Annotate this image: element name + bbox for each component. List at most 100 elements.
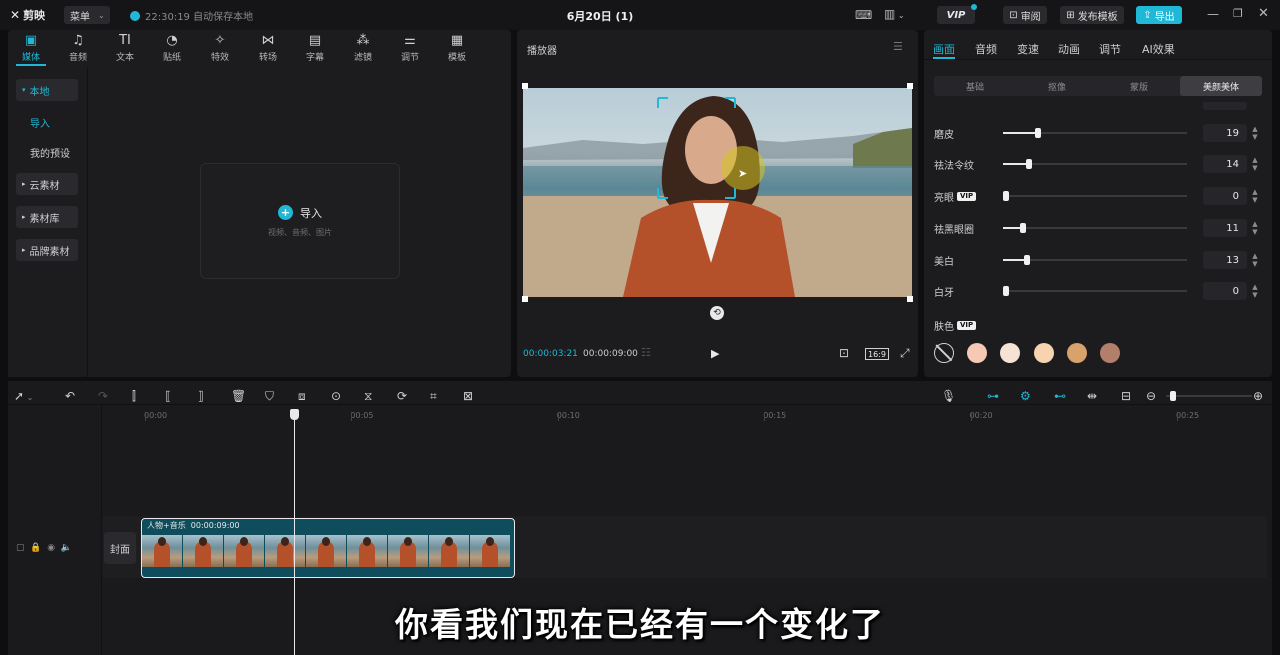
slider-knob[interactable] (1020, 223, 1026, 233)
caption-track-icon[interactable]: ⊟ (1121, 389, 1131, 403)
sidebar-item-library[interactable]: ▸ 素材库 (16, 206, 78, 228)
stepper-down-icon[interactable]: ▼ (1252, 196, 1257, 204)
crop-handle[interactable] (907, 296, 913, 302)
linkage-icon[interactable]: ⊷ (1054, 389, 1066, 403)
tab-adjust[interactable]: ⚌ 调节 (387, 33, 433, 63)
slider-knob[interactable] (1003, 286, 1009, 296)
segment-mask[interactable]: 蒙版 (1098, 76, 1180, 96)
slider-knob[interactable] (1024, 255, 1030, 265)
slider-track[interactable] (1003, 191, 1187, 201)
keyboard-icon[interactable]: ⌨ (855, 8, 872, 22)
value-stepper[interactable]: ▲ ▼ (1250, 282, 1260, 300)
slider-value-input[interactable]: 19 (1203, 124, 1247, 142)
skin-tone-swatch[interactable] (967, 343, 987, 363)
stepper-up-icon[interactable]: ▲ (1252, 220, 1257, 228)
slider-knob[interactable] (1003, 191, 1009, 201)
split-right-icon[interactable]: ⟧ (198, 389, 204, 403)
menu-button[interactable]: 菜单 ⌄ (64, 6, 110, 24)
value-stepper[interactable]: ▲ ▼ (1250, 251, 1260, 269)
play-icon[interactable]: ▶ (711, 347, 719, 360)
cover-button[interactable]: 封面 (104, 532, 136, 564)
stepper-up-icon[interactable]: ▲ (1252, 156, 1257, 164)
minimize-icon[interactable]: — (1207, 7, 1219, 21)
import-dropzone[interactable]: + 导入 视频、音频、图片 (200, 163, 400, 279)
tab-effects[interactable]: ✧ 特效 (197, 33, 243, 63)
tab-audio[interactable]: 音频 (975, 41, 997, 57)
slider-value-input[interactable]: 13 (1203, 251, 1247, 269)
no-skin-tone-icon[interactable] (934, 343, 954, 363)
tab-template[interactable]: ▦ 模板 (434, 33, 480, 63)
segment-cutout[interactable]: 抠像 (1016, 76, 1098, 96)
tab-media[interactable]: ▣ 媒体 (8, 33, 54, 66)
lock-icon[interactable]: 🔒 (30, 543, 41, 553)
stepper-down-icon[interactable]: ▼ (1252, 228, 1257, 236)
sidebar-item-cloud[interactable]: ▸ 云素材 (16, 173, 78, 195)
rotate-clip-icon[interactable]: ⟳ (397, 389, 407, 403)
select-tool-icon[interactable]: ➚ ⌄ (14, 389, 33, 403)
fit-screen-icon[interactable]: ⊡ (839, 346, 849, 360)
redo-icon[interactable]: ↷ (98, 389, 108, 403)
tab-transition[interactable]: ⋈ 转场 (245, 33, 291, 63)
slider-knob[interactable] (1026, 159, 1032, 169)
value-stepper[interactable]: ▲ ▼ (1250, 187, 1260, 205)
slider-value-input[interactable]: 14 (1203, 155, 1247, 173)
stepper-down-icon[interactable]: ▼ (1252, 164, 1257, 172)
tab-caption[interactable]: ▤ 字幕 (292, 33, 338, 63)
delete-icon[interactable]: 🗑 (231, 389, 246, 403)
crop-icon[interactable]: ⌗ (430, 389, 437, 404)
stepper-down-icon[interactable]: ▼ (1252, 291, 1257, 299)
main-track-magnet-icon[interactable]: ⊶ (987, 389, 999, 403)
sidebar-item-import[interactable]: 导入 (24, 111, 94, 133)
slider-track[interactable] (1003, 128, 1187, 138)
freeze-icon[interactable]: ⧈ (298, 389, 306, 404)
timeline-grid-icon[interactable]: ☷ (641, 346, 651, 359)
crop-frame[interactable] (522, 83, 913, 302)
tab-filter[interactable]: ⁂ 滤镜 (340, 33, 386, 63)
rotate-icon[interactable]: ⟲ (710, 306, 724, 320)
undo-icon[interactable]: ↶ (65, 389, 75, 403)
split-icon[interactable]: ⫿ (132, 389, 136, 404)
restore-icon[interactable]: ❐ (1233, 7, 1243, 20)
tab-adjust[interactable]: 调节 (1099, 41, 1121, 57)
video-clip[interactable]: 人物+音乐 00:00:09:00 (141, 518, 515, 578)
value-stepper[interactable]: ▲ ▼ (1250, 124, 1260, 142)
tab-sticker[interactable]: ◔ 贴纸 (149, 33, 195, 63)
speaker-icon[interactable]: 🔈 (61, 543, 72, 553)
vip-button[interactable]: VIP (937, 4, 977, 24)
segment-beauty[interactable]: 美颜美体 (1180, 76, 1262, 96)
player-menu-icon[interactable]: ☰ (893, 40, 903, 53)
skin-tone-swatch[interactable] (1033, 343, 1054, 363)
stepper-down-icon[interactable]: ▼ (1252, 133, 1257, 141)
aspect-ratio-button[interactable]: 16:9 (865, 348, 889, 360)
zoom-slider[interactable] (1166, 391, 1252, 401)
zoom-out-icon[interactable]: ⊖ (1146, 389, 1156, 403)
stepper-up-icon[interactable]: ▲ (1252, 125, 1257, 133)
value-stepper[interactable]: ▲ ▼ (1250, 155, 1260, 173)
project-title[interactable]: 6月20日 (1) (560, 8, 640, 24)
export-button[interactable]: ⇪ 导出 (1136, 6, 1182, 24)
zoom-slider-knob[interactable] (1170, 391, 1176, 401)
slider-value-input[interactable]: 0 (1203, 187, 1247, 205)
tab-text[interactable]: TI 文本 (102, 33, 148, 63)
publish-template-button[interactable]: ⊞ 发布模板 (1060, 6, 1124, 24)
reverse-icon[interactable]: ⊙ (331, 389, 341, 403)
slider-value-input[interactable]: 11 (1203, 219, 1247, 237)
segment-basic[interactable]: 基础 (934, 76, 1016, 96)
layout-icon[interactable]: ▥ ⌄ (884, 7, 905, 21)
mirror-icon[interactable]: ⧖ (364, 389, 372, 404)
value-stepper[interactable]: ▲ ▼ (1250, 219, 1260, 237)
microphone-icon[interactable]: 🎙 (941, 389, 956, 403)
slider-knob[interactable] (1035, 128, 1041, 138)
split-left-icon[interactable]: ⟦ (165, 389, 171, 403)
tab-speed[interactable]: 变速 (1017, 41, 1039, 57)
sidebar-item-local[interactable]: ▾ 本地 (16, 79, 78, 101)
slider-value-input[interactable]: 0 (1203, 282, 1247, 300)
stepper-down-icon[interactable]: ▼ (1252, 260, 1257, 268)
eye-icon[interactable]: ◉ (47, 543, 55, 553)
close-icon[interactable]: ✕ (1258, 6, 1269, 21)
zoom-in-icon[interactable]: ⊕ (1253, 389, 1263, 403)
playhead-handle[interactable] (290, 409, 299, 420)
stepper-up-icon[interactable]: ▲ (1252, 283, 1257, 291)
crop-handle[interactable] (522, 83, 528, 89)
tab-ai-effects[interactable]: AI效果 (1142, 41, 1175, 57)
